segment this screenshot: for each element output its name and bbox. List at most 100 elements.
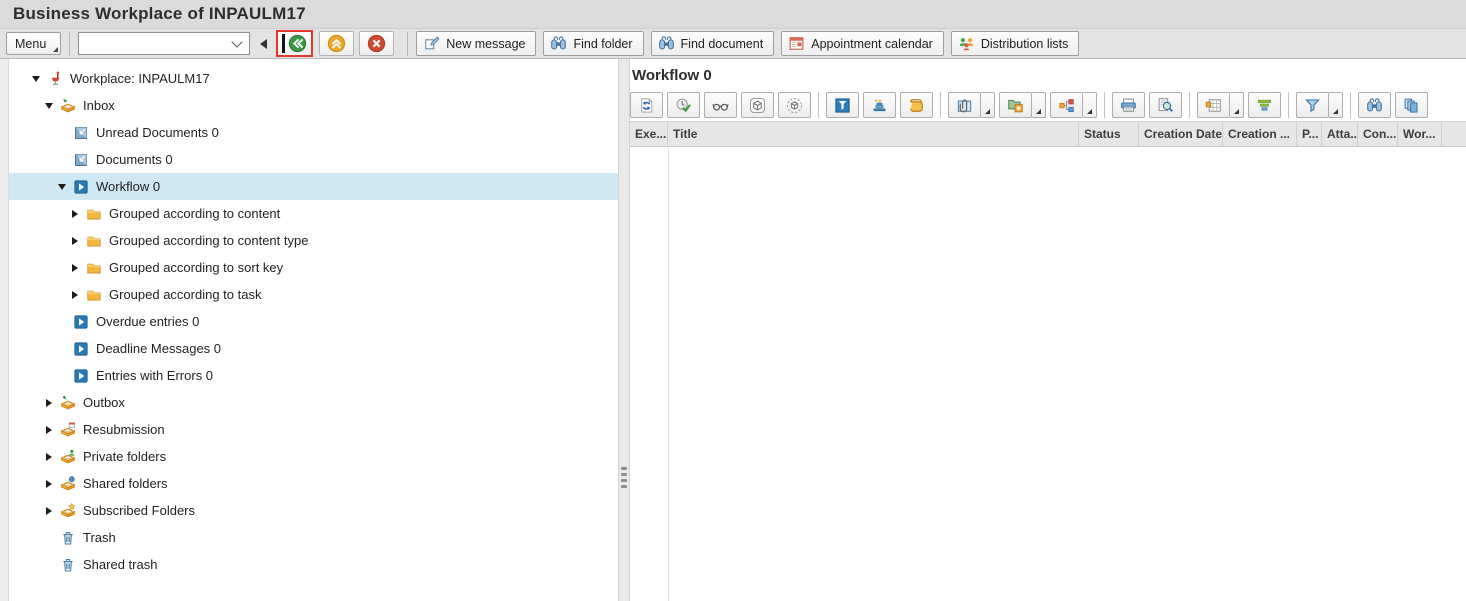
glasses-button[interactable] xyxy=(704,92,737,118)
tree-item-resubmission[interactable]: Resubmission xyxy=(9,416,618,443)
expander-icon[interactable] xyxy=(53,183,71,190)
tree-item-label: Workflow 0 xyxy=(96,179,161,194)
tree-item-documents-0[interactable]: Documents 0 xyxy=(9,146,618,173)
expander-icon[interactable] xyxy=(27,75,45,82)
workflow-log-button[interactable] xyxy=(900,92,933,118)
tree-item-unread-documents-0[interactable]: Unread Documents 0 xyxy=(9,119,618,146)
command-input[interactable] xyxy=(79,33,234,54)
column-header-wor[interactable]: Wor... xyxy=(1398,122,1442,146)
tree-item-label: Workplace: INPAULM17 xyxy=(70,71,210,86)
column-header-creation[interactable]: Creation ... xyxy=(1223,122,1297,146)
menu-corner-icon xyxy=(53,47,59,52)
splitter-grip-icon[interactable] xyxy=(621,467,627,488)
tree-item-inbox[interactable]: Inbox xyxy=(9,92,618,119)
tree-item-deadline-messages-0[interactable]: Deadline Messages 0 xyxy=(9,335,618,362)
tree-item-subscribed-folders[interactable]: Subscribed Folders xyxy=(9,497,618,524)
subscribed-folders-icon xyxy=(58,502,78,519)
print-icon xyxy=(1120,97,1137,114)
attachment-dropdown[interactable] xyxy=(981,92,995,118)
expander-icon[interactable] xyxy=(66,236,84,245)
table-settings-dropdown[interactable] xyxy=(1230,92,1244,118)
column-header-exe[interactable]: Exe... xyxy=(630,122,668,146)
object-cube-button[interactable] xyxy=(741,92,774,118)
expander-icon[interactable] xyxy=(66,263,84,272)
tree-item-grouped-according-to-sort-key[interactable]: Grouped according to sort key xyxy=(9,254,618,281)
create-folder-dropdown[interactable] xyxy=(1032,92,1046,118)
tree-item-label: Deadline Messages 0 xyxy=(96,341,222,356)
tree-item-trash[interactable]: Trash xyxy=(9,524,618,551)
tree-scrollbar[interactable] xyxy=(0,59,9,601)
expander-icon[interactable] xyxy=(66,290,84,299)
column-header-status[interactable]: Status xyxy=(1079,122,1139,146)
work-item-button[interactable] xyxy=(826,92,859,118)
sort-button[interactable] xyxy=(1248,92,1281,118)
find-folder-button[interactable]: Find folder xyxy=(543,31,644,56)
views-button[interactable] xyxy=(1395,92,1428,118)
print-button-group xyxy=(1112,92,1145,118)
sort-button-group xyxy=(1248,92,1281,118)
main-area: Workplace: INPAULM17 Inbox Unread Document… xyxy=(0,59,1466,601)
expander-icon[interactable] xyxy=(40,102,58,109)
filter-dropdown[interactable] xyxy=(1329,92,1343,118)
find-document-button[interactable]: Find document xyxy=(650,31,775,56)
expander-icon[interactable] xyxy=(40,479,58,488)
back-icon xyxy=(288,34,307,53)
table-settings-button[interactable] xyxy=(1197,92,1230,118)
expander-icon[interactable] xyxy=(40,452,58,461)
expander-icon[interactable] xyxy=(40,425,58,434)
print-preview-button[interactable] xyxy=(1149,92,1182,118)
tree-item-workplace-inpaulm17[interactable]: Workplace: INPAULM17 xyxy=(9,65,618,92)
filter-button[interactable] xyxy=(1296,92,1329,118)
command-field[interactable] xyxy=(78,32,251,55)
column-header-p[interactable]: P... xyxy=(1297,122,1322,146)
expander-icon[interactable] xyxy=(66,209,84,218)
organization-button-group xyxy=(1050,92,1097,118)
menu-button[interactable]: Menu xyxy=(6,32,62,55)
folder-icon xyxy=(84,233,104,249)
object-cube-dotted-button[interactable] xyxy=(778,92,811,118)
print-button[interactable] xyxy=(1112,92,1145,118)
column-header-title[interactable]: Title xyxy=(668,122,1079,146)
glasses-icon xyxy=(712,97,729,114)
refresh-button[interactable] xyxy=(630,92,663,118)
tree-item-shared-folders[interactable]: Shared folders xyxy=(9,470,618,497)
appointment-calendar-button[interactable]: Appointment calendar xyxy=(781,31,944,56)
tree-item-entries-with-errors-0[interactable]: Entries with Errors 0 xyxy=(9,362,618,389)
tree-item-workflow-0[interactable]: Workflow 0 xyxy=(9,173,618,200)
organization-dropdown[interactable] xyxy=(1083,92,1097,118)
panel-splitter[interactable] xyxy=(618,59,630,601)
column-header-creation-date[interactable]: Creation Date xyxy=(1139,122,1223,146)
attachment-button[interactable] xyxy=(948,92,981,118)
dropdown-corner-icon xyxy=(1234,109,1239,114)
organization-button[interactable] xyxy=(1050,92,1083,118)
dropdown-corner-icon xyxy=(1036,109,1041,114)
tree-item-outbox[interactable]: Outbox xyxy=(9,389,618,416)
chevron-down-icon[interactable] xyxy=(231,36,243,48)
column-header-con[interactable]: Con... xyxy=(1358,122,1398,146)
distribution-lists-button[interactable]: Distribution lists xyxy=(950,31,1080,56)
expander-icon[interactable] xyxy=(40,506,58,515)
binoculars-button[interactable] xyxy=(1358,92,1391,118)
tree-item-shared-trash[interactable]: Shared trash xyxy=(9,551,618,578)
binoculars-button-group xyxy=(1358,92,1391,118)
expander-icon[interactable] xyxy=(40,398,58,407)
tree-item-private-folders[interactable]: Private folders xyxy=(9,443,618,470)
exit-button[interactable] xyxy=(319,31,355,56)
tree-item-grouped-according-to-content[interactable]: Grouped according to content xyxy=(9,200,618,227)
object-cube-dotted-icon xyxy=(786,97,803,114)
execute-button[interactable] xyxy=(667,92,700,118)
tree-item-grouped-according-to-task[interactable]: Grouped according to task xyxy=(9,281,618,308)
back-button[interactable] xyxy=(276,30,314,57)
cancel-button[interactable] xyxy=(359,31,395,56)
tree-item-label: Shared trash xyxy=(83,557,158,572)
create-folder-button[interactable] xyxy=(999,92,1032,118)
collapse-toolbar-icon[interactable] xyxy=(260,38,268,49)
column-divider xyxy=(668,147,669,601)
attachment-icon xyxy=(956,97,973,114)
workflow-overview-button[interactable] xyxy=(863,92,896,118)
trash-icon xyxy=(58,557,78,573)
new-message-button[interactable]: New message xyxy=(416,31,537,56)
column-header-atta[interactable]: Atta... xyxy=(1322,122,1358,146)
tree-item-grouped-according-to-content-type[interactable]: Grouped according to content type xyxy=(9,227,618,254)
tree-item-overdue-entries-0[interactable]: Overdue entries 0 xyxy=(9,308,618,335)
